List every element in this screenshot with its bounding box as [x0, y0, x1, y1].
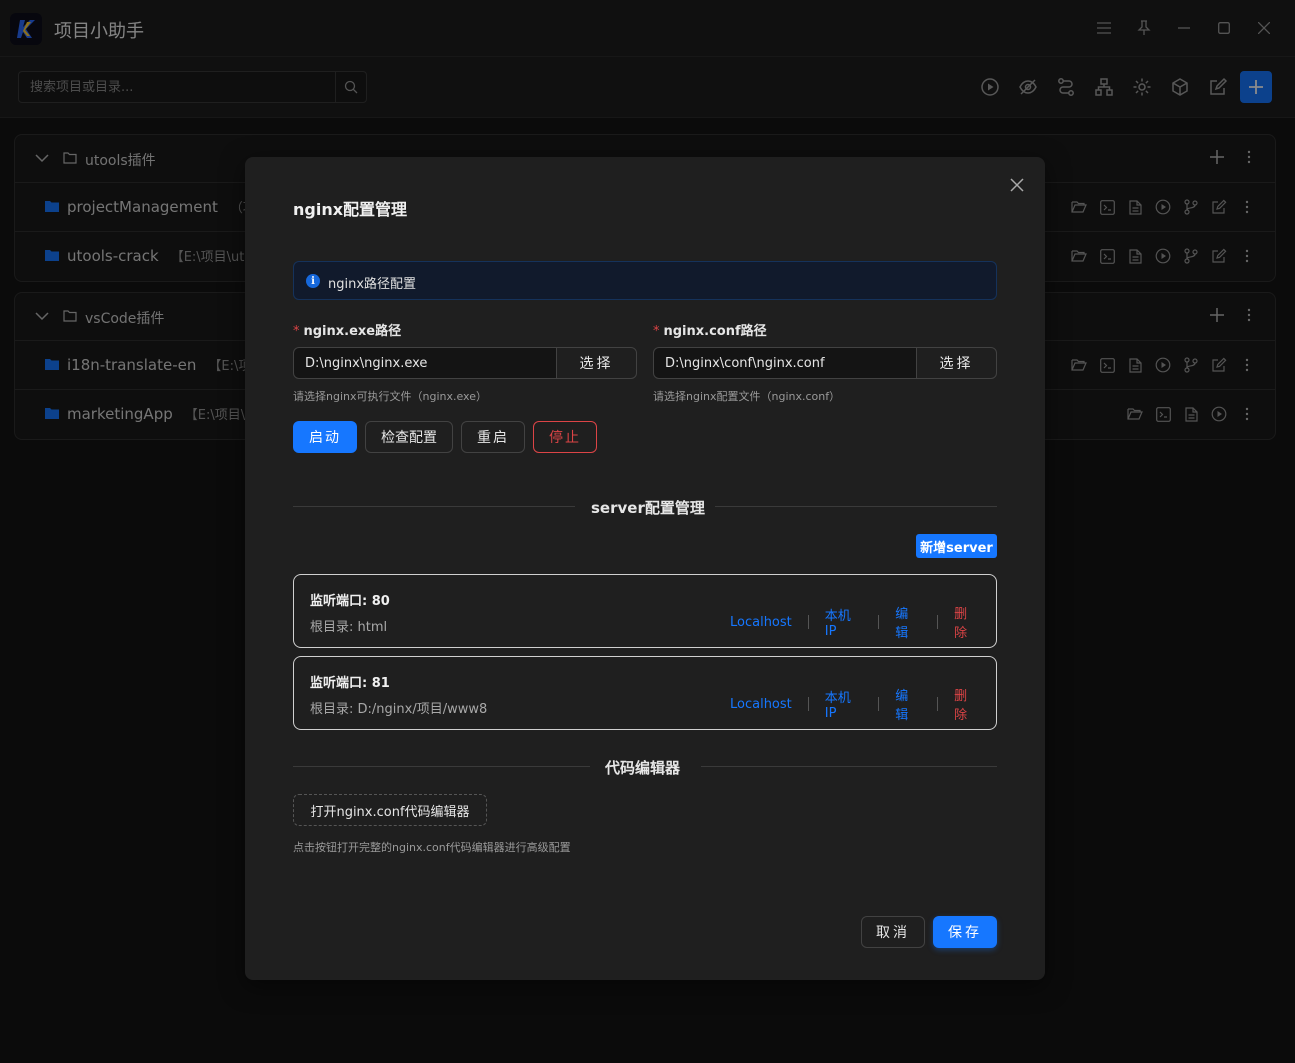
restart-button[interactable]: 重启 — [461, 421, 525, 453]
exe-select-button[interactable]: 选择 — [556, 347, 637, 379]
info-icon: i — [306, 274, 320, 288]
server-port: 监听端口: 80 — [310, 594, 390, 609]
conf-path-help: 请选择nginx配置文件（nginx.conf） — [653, 390, 841, 403]
add-server-button[interactable]: 新增server — [916, 534, 997, 558]
cancel-button[interactable]: 取消 — [861, 916, 925, 948]
delete-server-link[interactable]: 删除 — [938, 603, 996, 641]
divider-line — [293, 506, 575, 507]
server-card: 监听端口: 81 根目录: D:/nginx/项目/www8 Localhost… — [293, 656, 997, 730]
alert-text: nginx路径配置 — [328, 277, 417, 292]
close-icon[interactable] — [1007, 175, 1027, 195]
server-section-title: server配置管理 — [591, 499, 705, 517]
editor-help: 点击按钮打开完整的nginx.conf代码编辑器进行高级配置 — [293, 841, 571, 854]
exe-path-input[interactable] — [293, 347, 557, 379]
save-button[interactable]: 保存 — [933, 916, 997, 948]
edit-server-link[interactable]: 编辑 — [879, 685, 937, 723]
conf-path-input[interactable] — [653, 347, 917, 379]
server-actions: Localhost 本机IP 编辑 删除 — [714, 603, 996, 641]
divider-line — [293, 766, 590, 767]
edit-server-link[interactable]: 编辑 — [879, 603, 937, 641]
server-card: 监听端口: 80 根目录: html Localhost 本机IP 编辑 删除 — [293, 574, 997, 648]
open-editor-button[interactable]: 打开nginx.conf代码编辑器 — [293, 794, 487, 826]
conf-select-button[interactable]: 选择 — [916, 347, 997, 379]
exe-path-label: * nginx.exe路径 — [293, 324, 402, 339]
local-ip-link[interactable]: 本机IP — [809, 687, 878, 721]
divider-line — [715, 506, 997, 507]
modal-title: nginx配置管理 — [293, 200, 408, 219]
localhost-link[interactable]: Localhost — [714, 697, 808, 712]
delete-server-link[interactable]: 删除 — [938, 685, 996, 723]
localhost-link[interactable]: Localhost — [714, 615, 808, 630]
check-config-button[interactable]: 检查配置 — [365, 421, 453, 453]
server-root: 根目录: D:/nginx/项目/www8 — [310, 702, 488, 717]
server-port: 监听端口: 81 — [310, 676, 390, 691]
start-button[interactable]: 启动 — [293, 421, 357, 453]
conf-path-label: * nginx.conf路径 — [653, 324, 767, 339]
nginx-config-modal: nginx配置管理 i nginx路径配置 *nginx.exe路径 选择 请选… — [245, 157, 1045, 980]
server-actions: Localhost 本机IP 编辑 删除 — [714, 685, 996, 723]
stop-button[interactable]: 停止 — [533, 421, 597, 453]
server-root: 根目录: html — [310, 620, 388, 635]
local-ip-link[interactable]: 本机IP — [809, 605, 878, 639]
info-alert: i nginx路径配置 — [293, 261, 997, 300]
divider-line — [701, 766, 997, 767]
editor-section-title: 代码编辑器 — [605, 759, 681, 777]
exe-path-help: 请选择nginx可执行文件（nginx.exe） — [293, 390, 487, 403]
